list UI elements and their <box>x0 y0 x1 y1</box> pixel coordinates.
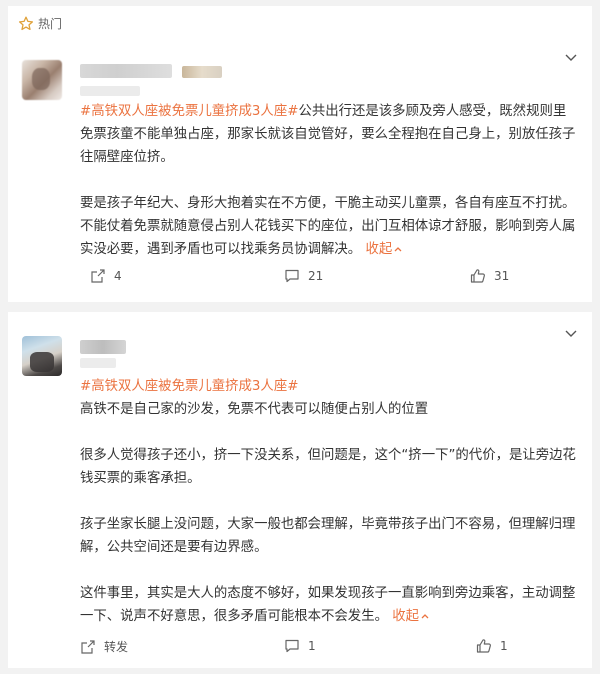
post-paragraph: 孩子坐家长腿上没问题，大家一般也都会理解，毕竟带孩子出门不容易，但理解归理解，公… <box>80 517 576 555</box>
share-button[interactable]: 4 <box>90 268 122 284</box>
hot-section-header: 热门 <box>18 15 62 32</box>
post-paragraph: 很多人觉得孩子还小，挤一下没关系，但问题是，这个“挤一下”的代价，是让旁边花钱买… <box>80 448 576 486</box>
username-blurred[interactable] <box>80 64 172 78</box>
avatar[interactable] <box>22 336 62 376</box>
topic-tag-link[interactable]: #高铁双人座被免票儿童挤成3人座# <box>80 104 298 119</box>
post-meta-blurred <box>80 358 116 368</box>
chevron-down-icon[interactable] <box>564 52 578 62</box>
post-card-2: #高铁双人座被免票儿童挤成3人座# 高铁不是自己家的沙发，免票不代表可以随便占别… <box>8 312 592 668</box>
share-icon <box>91 269 105 283</box>
hot-icon <box>18 16 34 32</box>
caret-up-icon <box>421 614 429 619</box>
post-paragraph: 要是孩子年纪大、身形大抱着实在不方便，干脆主动买儿童票，各自有座互不打扰。不能仗… <box>80 196 576 257</box>
post-meta-blurred <box>80 86 140 96</box>
user-badge-blurred <box>182 66 222 78</box>
share-label: 转发 <box>104 640 129 654</box>
topic-tag-link[interactable]: #高铁双人座被免票儿童挤成3人座# <box>80 379 298 394</box>
comment-count: 21 <box>308 269 324 283</box>
share-count: 4 <box>114 269 122 283</box>
comment-icon <box>285 269 299 283</box>
comment-icon <box>285 639 299 653</box>
username-blurred[interactable] <box>80 340 126 354</box>
post-paragraph: #高铁双人座被免票儿童挤成3人座#公共出行还是该多顾及旁人感受，既然规则里免票孩… <box>80 104 576 165</box>
like-icon <box>470 269 485 283</box>
post-card-1: 热门 #高铁双人座被免票儿童挤成3人座#公共出行还是该多顾及旁人感受，既然规则里… <box>8 6 592 302</box>
like-count: 1 <box>500 639 508 653</box>
share-button[interactable]: 转发 <box>80 638 128 655</box>
action-bar: 4 21 31 <box>8 268 592 288</box>
comment-button[interactable]: 21 <box>284 268 323 284</box>
post-paragraph: 高铁不是自己家的沙发，免票不代表可以随便占别人的位置 <box>80 402 429 417</box>
comment-button[interactable]: 1 <box>284 638 316 654</box>
like-button[interactable]: 31 <box>470 268 509 284</box>
collapse-link[interactable]: 收起 <box>365 242 402 257</box>
post-paragraph: 这件事里，其实是大人的态度不够好，如果发现孩子一直影响到旁边乘客，主动调整一下、… <box>80 586 576 624</box>
caret-up-icon <box>394 247 402 252</box>
share-icon <box>81 639 95 654</box>
like-icon <box>476 639 491 653</box>
avatar[interactable] <box>22 60 62 100</box>
post-content: #高铁双人座被免票儿童挤成3人座#公共出行还是该多顾及旁人感受，既然规则里免票孩… <box>80 100 578 261</box>
hot-label: 热门 <box>38 17 63 31</box>
post-paragraph: #高铁双人座被免票儿童挤成3人座# <box>80 375 578 398</box>
like-count: 31 <box>494 269 510 283</box>
collapse-link[interactable]: 收起 <box>392 609 429 624</box>
post-content: #高铁双人座被免票儿童挤成3人座# 高铁不是自己家的沙发，免票不代表可以随便占别… <box>80 375 578 628</box>
chevron-down-icon[interactable] <box>564 328 578 338</box>
action-bar: 转发 1 1 <box>8 638 592 658</box>
like-button[interactable]: 1 <box>476 638 508 654</box>
comment-count: 1 <box>308 639 316 653</box>
